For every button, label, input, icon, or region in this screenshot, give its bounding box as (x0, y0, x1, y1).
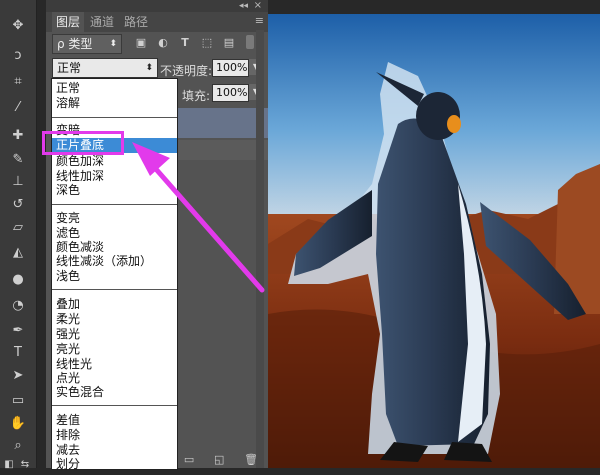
panel-tabs: 图层 通道 路径 ≡ (46, 12, 268, 32)
swap-colors-icon[interactable]: ⇆ (18, 453, 32, 475)
blend-option[interactable]: 柔光 (56, 312, 173, 327)
rectangle-tool-icon[interactable]: ▭ (7, 389, 29, 411)
move-tool-icon[interactable]: ✥ (7, 14, 29, 36)
blend-option[interactable]: 浅色 (56, 269, 173, 284)
crop-tool-icon[interactable]: ⌗ (7, 70, 29, 92)
blend-option[interactable]: 强光 (56, 327, 173, 342)
hand-tool-icon[interactable]: ✋ (7, 412, 29, 434)
tools-panel: ✥ ↄ ⌗ ⁄ ✚ ✎ ⊥ ↺ ▱ ◭ ● ◔ ✒ T ➤ ▭ ✋ ⌕ ◧ ⇆ (0, 0, 37, 470)
adjustment-filter-icon[interactable]: ◐ (156, 35, 170, 49)
menu-divider (52, 117, 177, 118)
tab-layers[interactable]: 图层 (52, 12, 85, 32)
blend-option[interactable]: 线性加深 (56, 169, 173, 184)
fill-input[interactable]: 100% (212, 84, 249, 102)
blend-option[interactable]: 颜色加深 (56, 154, 173, 169)
path-select-icon[interactable]: ➤ (7, 364, 29, 386)
blend-option[interactable]: 排除 (56, 428, 173, 443)
tab-paths[interactable]: 路径 (120, 12, 152, 32)
type-tool-icon[interactable]: T (7, 341, 29, 363)
filter-label: ρ 类型 (57, 37, 93, 51)
shape-filter-icon[interactable]: ⬚ (200, 35, 214, 49)
pen-tool-icon[interactable]: ✒ (7, 319, 29, 341)
layer-row[interactable] (174, 140, 268, 160)
blend-option[interactable]: 溶解 (56, 96, 173, 111)
blend-mode-value: 正常 (57, 61, 82, 75)
pixel-filter-icon[interactable]: ▣ (134, 35, 148, 49)
stamp-tool-icon[interactable]: ⊥ (7, 170, 29, 192)
chevron-down-icon: ⬍ (145, 63, 153, 73)
collapse-panel-icon[interactable]: ◂◂ (239, 0, 248, 12)
opacity-input[interactable]: 100% (212, 59, 249, 77)
type-filter-icon[interactable]: T (178, 35, 192, 49)
blur-tool-icon[interactable]: ● (7, 268, 29, 290)
lasso-tool-icon[interactable]: ↄ (7, 44, 29, 66)
smart-object-filter-icon[interactable]: ▤ (222, 35, 236, 49)
blend-option[interactable]: 亮光 (56, 342, 173, 357)
blend-option[interactable]: 减去 (56, 443, 173, 458)
eyedropper-tool-icon[interactable]: ⁄ (7, 96, 29, 118)
menu-divider (52, 289, 177, 290)
new-group-icon[interactable]: ▭ (184, 453, 194, 466)
dodge-tool-icon[interactable]: ◔ (7, 294, 29, 316)
default-colors-icon[interactable]: ◧ (2, 453, 16, 475)
tab-channels[interactable]: 通道 (86, 12, 118, 32)
document-canvas[interactable] (268, 14, 600, 468)
blend-mode-select[interactable]: 正常 ⬍ (52, 58, 158, 78)
blend-option[interactable]: 实色混合 (56, 385, 173, 400)
blend-option[interactable]: 变亮 (56, 211, 173, 226)
blend-option[interactable]: 点光 (56, 371, 173, 386)
menu-divider (52, 405, 177, 406)
penguin-photo (268, 14, 600, 468)
blend-option[interactable]: 正常 (56, 81, 173, 96)
paint-bucket-icon[interactable]: ◭ (7, 241, 29, 263)
blend-option[interactable]: 划分 (56, 457, 173, 472)
eraser-tool-icon[interactable]: ▱ (7, 216, 29, 238)
layer-filter-select[interactable]: ρ 类型 ⬍ (52, 34, 122, 54)
filter-chevron-icon: ⬍ (109, 39, 117, 49)
new-layer-icon[interactable]: ◱ (214, 453, 224, 466)
history-brush-icon[interactable]: ↺ (7, 193, 29, 215)
panel-bottom-toolbar: ▭ ◱ 🗑 (174, 450, 268, 468)
blend-option[interactable]: 滤色 (56, 226, 173, 241)
blend-option[interactable]: 叠加 (56, 297, 173, 312)
annotation-highlight-box (42, 131, 124, 155)
opacity-label: 不透明度: (160, 64, 213, 78)
panel-scrollbar[interactable] (256, 30, 264, 468)
blend-option[interactable]: 线性减淡（添加） (56, 254, 173, 269)
blend-option[interactable]: 线性光 (56, 357, 173, 372)
close-panel-icon[interactable]: × (254, 0, 262, 12)
healing-brush-icon[interactable]: ✚ (7, 124, 29, 146)
layer-row-selected[interactable] (174, 108, 268, 138)
panel-title-bar[interactable]: ◂◂ × (46, 0, 268, 12)
brush-tool-icon[interactable]: ✎ (7, 148, 29, 170)
panel-menu-icon[interactable]: ≡ (255, 14, 264, 27)
menu-divider (52, 204, 177, 205)
blend-option[interactable]: 差值 (56, 413, 173, 428)
blend-option[interactable]: 颜色减淡 (56, 240, 173, 255)
fill-label: 填充: (182, 89, 211, 103)
filter-toggle[interactable] (246, 35, 254, 49)
blend-option[interactable]: 深色 (56, 183, 173, 198)
